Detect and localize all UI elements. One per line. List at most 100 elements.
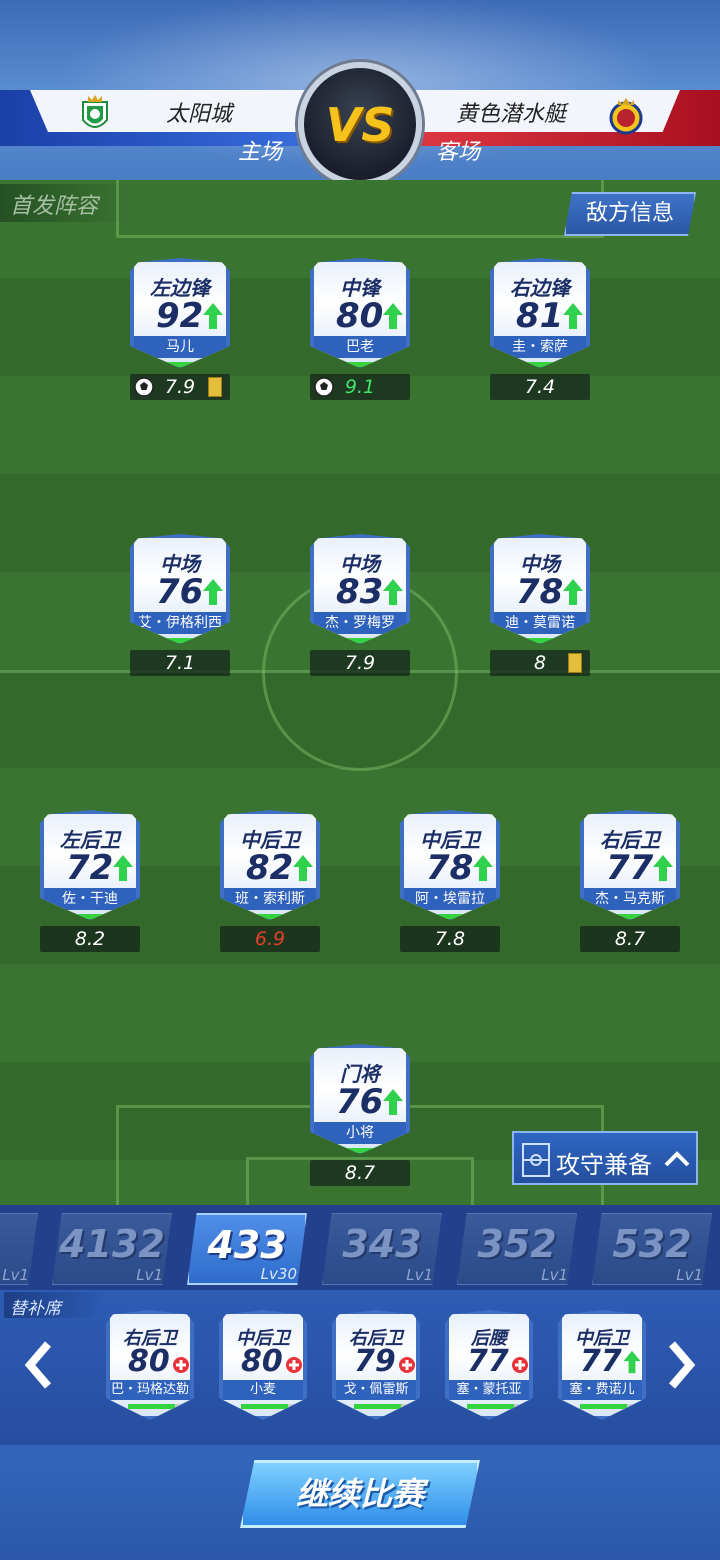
player-shield: 中场 83 杰・罗梅罗 <box>310 534 410 644</box>
player-card[interactable]: 中锋 80 巴老 9.1 <box>310 258 410 400</box>
arrow-up-icon <box>383 579 403 605</box>
vs-text: VS <box>325 98 395 152</box>
formation-option[interactable]: 433 Lv30 <box>187 1213 307 1285</box>
pitch-top-box <box>116 180 604 238</box>
player-rating: 82 <box>246 848 294 888</box>
stamina-bar <box>336 1148 392 1153</box>
player-rating: 83 <box>336 572 384 612</box>
score-value: 7.4 <box>524 376 556 398</box>
stamina-bar <box>426 914 482 919</box>
yellow-card-icon <box>568 653 582 673</box>
player-card[interactable]: 右后卫 77 杰・马克斯 8.7 <box>580 810 680 952</box>
player-name: 圭・索萨 <box>494 336 586 358</box>
yellow-card-icon <box>208 377 222 397</box>
field-icon <box>522 1143 550 1177</box>
formation-name: 4132 <box>59 1222 165 1266</box>
home-crest-icon <box>82 95 108 128</box>
player-shield: 中场 78 迪・莫雷诺 <box>490 534 590 644</box>
away-label: 客场 <box>436 140 481 165</box>
player-match-score: 8.7 <box>580 926 680 952</box>
arrow-up-icon <box>203 303 223 329</box>
chevron-right-icon[interactable] <box>660 1340 700 1390</box>
tactic-button[interactable]: 攻守兼备 <box>512 1131 698 1185</box>
stamina-bar <box>580 1404 632 1409</box>
bench-player-name: 塞・费诺儿 <box>562 1380 642 1400</box>
enemy-info-button[interactable]: 敌方信息 <box>564 192 696 236</box>
stamina-bar <box>354 1404 406 1409</box>
player-rating: 76 <box>156 572 204 612</box>
stamina-bar <box>128 1404 180 1409</box>
vs-badge: VS <box>298 62 422 186</box>
bench-player-rating: 79 <box>354 1344 396 1379</box>
player-card[interactable]: 中场 76 艾・伊格利西 7.1 <box>130 534 230 676</box>
player-name: 杰・马克斯 <box>584 888 676 910</box>
player-rating: 77 <box>606 848 654 888</box>
stamina-bar <box>516 638 572 643</box>
score-value: 7.8 <box>434 928 466 950</box>
stamina-bar <box>606 914 662 919</box>
arrow-up-icon <box>293 855 313 881</box>
arrow-up-icon <box>383 1089 403 1115</box>
bench-player-rating: 80 <box>128 1344 170 1379</box>
plus-circle-icon <box>173 1357 189 1373</box>
player-card[interactable]: 右边锋 81 圭・索萨 7.4 <box>490 258 590 400</box>
formation-option[interactable]: 352 Lv1 <box>457 1213 577 1285</box>
player-shield: 门将 76 小将 <box>310 1044 410 1154</box>
player-rating: 78 <box>516 572 564 612</box>
formation-name: 343 <box>342 1222 422 1266</box>
player-rating: 92 <box>156 296 204 336</box>
player-rating: 76 <box>336 1082 384 1122</box>
player-match-score: 7.1 <box>130 650 230 676</box>
stamina-bar <box>156 638 212 643</box>
player-shield: 中锋 80 巴老 <box>310 258 410 368</box>
stamina-bar <box>467 1404 519 1409</box>
player-card[interactable]: 中后卫 82 班・索利斯 6.9 <box>220 810 320 952</box>
bench-player-card[interactable]: 后腰 77 塞・蒙托亚 <box>445 1310 533 1420</box>
player-card[interactable]: 门将 76 小将 8.7 <box>310 1044 410 1186</box>
score-value: 6.9 <box>254 928 286 950</box>
player-card[interactable]: 中场 78 迪・莫雷诺 8 <box>490 534 590 676</box>
bench-player-name: 塞・蒙托亚 <box>449 1380 529 1400</box>
formation-name: 433 <box>207 1223 287 1267</box>
score-value: 8.7 <box>344 1162 376 1184</box>
player-shield: 右边锋 81 圭・索萨 <box>490 258 590 368</box>
stamina-bar <box>66 914 122 919</box>
bench-player-name: 小麦 <box>223 1380 303 1400</box>
player-card[interactable]: 左后卫 72 佐・干迪 8.2 <box>40 810 140 952</box>
player-name: 杰・罗梅罗 <box>314 612 406 634</box>
lineup-label: 首发阵容 <box>10 194 99 219</box>
formation-option[interactable]: 4132 Lv1 <box>52 1213 172 1285</box>
formation-level: Lv30 <box>260 1265 297 1283</box>
plus-circle-icon <box>286 1357 302 1373</box>
bench-player-shield: 中后卫 80 小麦 <box>219 1310 307 1420</box>
home-team-name: 太阳城 <box>166 102 233 127</box>
bench-player-card[interactable]: 右后卫 80 巴・玛格达勒 <box>106 1310 194 1420</box>
lineup-tag: 首发阵容 <box>0 184 130 222</box>
formation-option[interactable]: 1 Lv1 <box>0 1213 38 1285</box>
formation-option[interactable]: 343 Lv1 <box>322 1213 442 1285</box>
bench-label: 替补席 <box>10 1299 61 1319</box>
continue-match-button[interactable]: 继续比赛 <box>240 1460 480 1528</box>
player-name: 佐・干迪 <box>44 888 136 910</box>
player-name: 巴老 <box>314 336 406 358</box>
tactic-label: 攻守兼备 <box>556 1151 652 1179</box>
player-shield: 中后卫 78 阿・埃雷拉 <box>400 810 500 920</box>
player-shield: 右后卫 77 杰・马克斯 <box>580 810 680 920</box>
player-match-score: 8 <box>490 650 590 676</box>
player-name: 马儿 <box>134 336 226 358</box>
bench-player-card[interactable]: 右后卫 79 戈・佩雷斯 <box>332 1310 420 1420</box>
score-value: 7.1 <box>164 652 196 674</box>
bench-player-card[interactable]: 中后卫 77 塞・费诺儿 <box>558 1310 646 1420</box>
player-card[interactable]: 中后卫 78 阿・埃雷拉 7.8 <box>400 810 500 952</box>
player-match-score: 6.9 <box>220 926 320 952</box>
formation-option[interactable]: 532 Lv1 <box>592 1213 712 1285</box>
soccer-ball-icon <box>134 377 154 397</box>
formation-name: 352 <box>477 1222 557 1266</box>
bench-player-card[interactable]: 中后卫 80 小麦 <box>219 1310 307 1420</box>
player-card[interactable]: 左边锋 92 马儿 7.9 <box>130 258 230 400</box>
score-value: 8.2 <box>74 928 106 950</box>
player-card[interactable]: 中场 83 杰・罗梅罗 7.9 <box>310 534 410 676</box>
bench-player-shield: 右后卫 80 巴・玛格达勒 <box>106 1310 194 1420</box>
score-value: 7.9 <box>344 652 376 674</box>
chevron-left-icon[interactable] <box>20 1340 60 1390</box>
